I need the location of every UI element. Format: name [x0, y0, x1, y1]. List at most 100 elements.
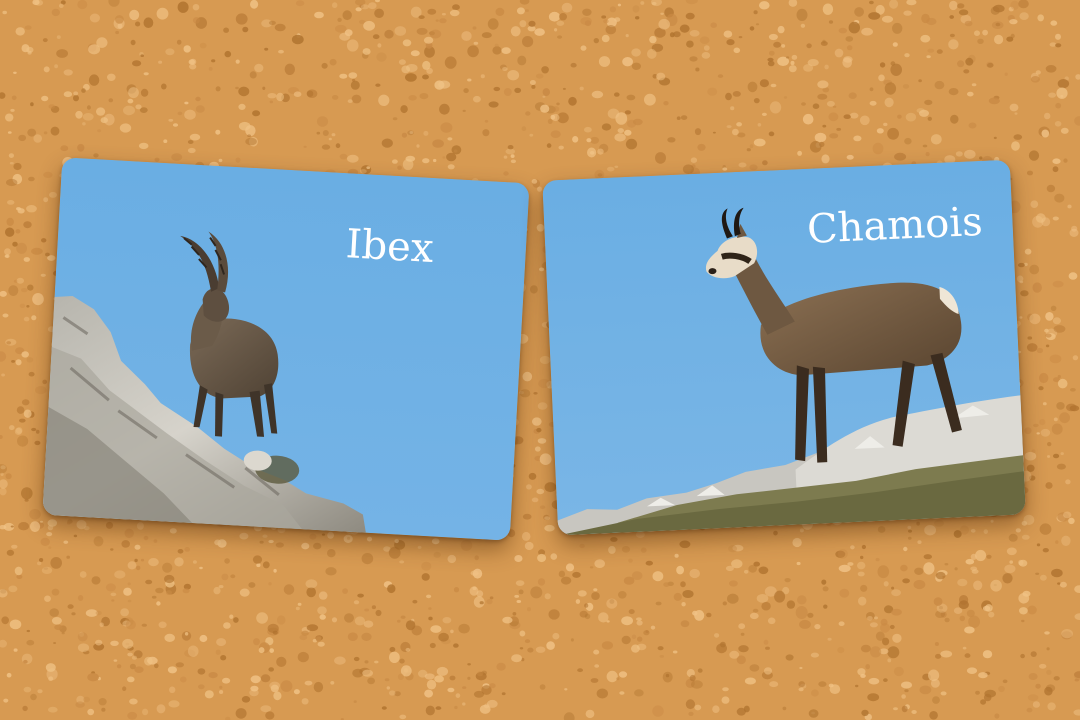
cork-granule — [807, 612, 814, 618]
cork-granule — [50, 557, 62, 569]
cork-granule — [874, 616, 878, 620]
cork-granule — [950, 114, 959, 124]
cork-granule — [940, 691, 947, 696]
cork-granule — [502, 616, 513, 624]
cork-granule — [297, 651, 309, 663]
cork-granule — [238, 121, 251, 131]
cork-granule — [1046, 184, 1056, 193]
cork-granule — [1042, 402, 1047, 406]
cork-granule — [1, 616, 10, 625]
cork-granule — [749, 26, 755, 31]
cork-granule — [67, 604, 74, 609]
cork-granule — [655, 152, 666, 164]
cork-granule — [539, 505, 546, 510]
cork-granule — [199, 566, 203, 570]
chamois-card[interactable]: Chamois — [542, 159, 1026, 536]
cork-granule — [697, 143, 706, 151]
cork-granule — [626, 94, 636, 101]
cork-granule — [1009, 103, 1019, 112]
cork-granule — [552, 106, 560, 112]
cork-granule — [722, 167, 728, 171]
cork-granule — [975, 690, 980, 695]
cork-granule — [387, 584, 396, 594]
cork-granule — [746, 148, 751, 152]
cork-granule — [110, 592, 117, 597]
cork-granule — [1009, 560, 1013, 564]
cork-granule — [559, 13, 567, 21]
cork-granule — [99, 622, 104, 628]
cork-granule — [438, 632, 449, 642]
cork-granule — [23, 221, 32, 229]
cork-granule — [791, 54, 798, 60]
cork-granule — [593, 588, 598, 592]
cork-granule — [218, 585, 224, 589]
cork-granule — [134, 544, 141, 550]
cork-granule — [957, 578, 968, 587]
cork-granule — [510, 26, 521, 37]
cork-granule — [935, 571, 946, 580]
cork-granule — [728, 545, 738, 553]
cork-granule — [982, 650, 993, 659]
cork-granule — [753, 138, 766, 147]
cork-granule — [534, 446, 541, 452]
cork-granule — [1024, 451, 1037, 461]
cork-granule — [1008, 533, 1018, 542]
cork-granule — [353, 600, 360, 605]
cork-granule — [87, 673, 99, 682]
cork-granule — [594, 664, 600, 668]
cork-granule — [935, 653, 942, 659]
cork-granule — [45, 663, 56, 672]
cork-granule — [53, 642, 57, 644]
cork-granule — [366, 166, 371, 170]
cork-granule — [433, 551, 441, 558]
cork-granule — [689, 56, 698, 62]
cork-granule — [172, 123, 179, 127]
cork-granule — [598, 612, 609, 623]
cork-granule — [317, 641, 325, 647]
cork-granule — [744, 677, 757, 685]
cork-granule — [781, 44, 786, 48]
cork-granule — [114, 570, 126, 579]
cork-granule — [394, 538, 399, 544]
cork-granule — [7, 131, 12, 134]
cork-granule — [280, 680, 293, 692]
cork-granule — [428, 607, 432, 610]
cork-granule — [6, 672, 12, 678]
cork-granule — [73, 91, 79, 96]
cork-granule — [1035, 683, 1041, 689]
cork-granule — [189, 63, 197, 70]
cork-granule — [0, 479, 8, 489]
cork-granule — [328, 137, 332, 141]
cork-granule — [821, 579, 827, 585]
cork-granule — [136, 522, 144, 530]
cork-granule — [526, 484, 532, 490]
cork-granule — [929, 711, 938, 720]
cork-granule — [800, 23, 806, 28]
cork-granule — [695, 67, 700, 72]
cork-granule — [268, 20, 276, 25]
cork-granule — [262, 86, 266, 91]
cork-granule — [423, 130, 429, 136]
cork-granule — [303, 145, 307, 148]
cork-granule — [274, 23, 286, 32]
cork-granule — [860, 555, 864, 560]
cork-granule — [934, 80, 945, 90]
cork-granule — [845, 36, 854, 42]
ibex-card[interactable]: Ibex — [42, 157, 530, 541]
cork-granule — [316, 116, 329, 127]
cork-granule — [529, 80, 536, 85]
cork-granule — [521, 126, 527, 132]
cork-granule — [837, 647, 845, 654]
cork-granule — [1024, 248, 1032, 255]
cork-granule — [26, 639, 35, 646]
cork-granule — [421, 573, 430, 581]
cork-granule — [723, 30, 733, 38]
cork-granule — [732, 128, 739, 136]
cork-granule — [21, 399, 30, 406]
cork-granule — [35, 386, 47, 395]
cork-granule — [591, 90, 604, 99]
cork-granule — [1041, 129, 1050, 138]
cork-granule — [621, 616, 633, 626]
cork-granule — [216, 638, 227, 647]
cork-granule — [164, 633, 175, 643]
